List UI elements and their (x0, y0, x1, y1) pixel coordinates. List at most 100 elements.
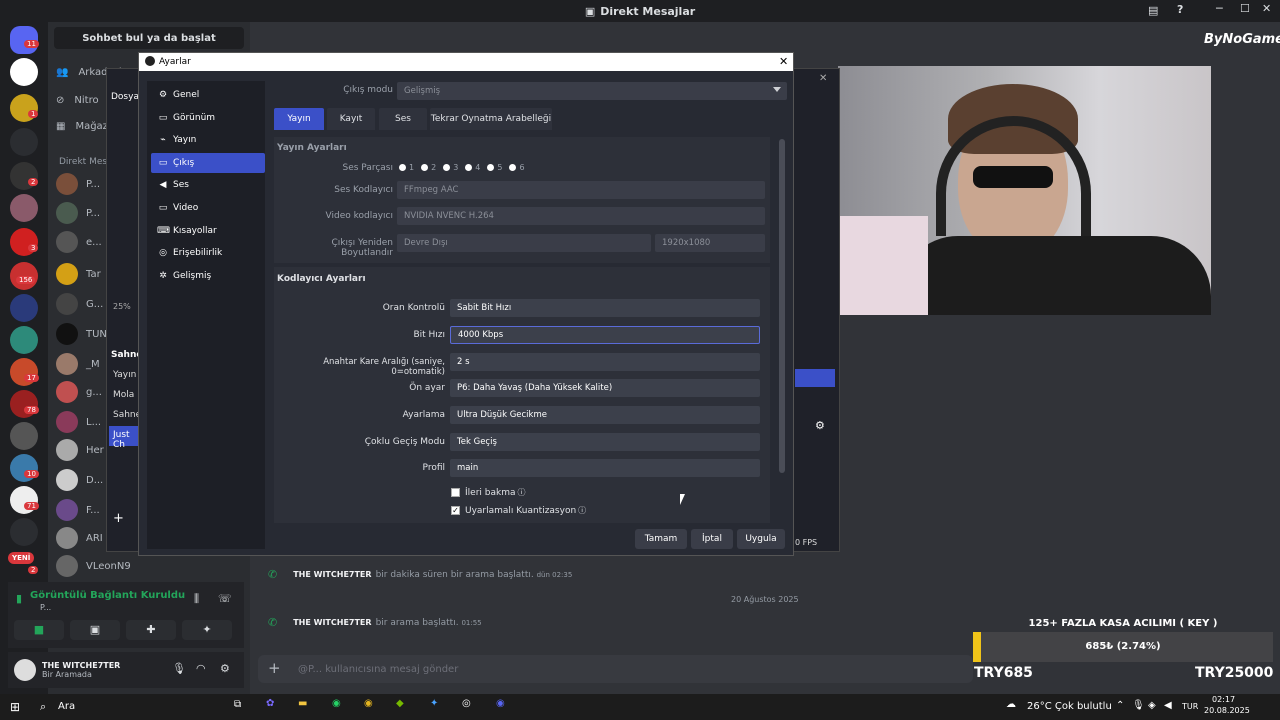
tray-network-icon[interactable]: ◈ (1148, 700, 1156, 711)
scene-item-active[interactable]: Just Ch (109, 426, 139, 450)
sidebar-item[interactable]: ◎ Erişebilirlik (151, 243, 265, 263)
close-button[interactable]: ✕ (1262, 2, 1271, 15)
weather-text[interactable]: 26°C Çok bulutlu (1027, 701, 1112, 712)
activity-button[interactable]: ✚ (126, 620, 176, 640)
audio-track-radio[interactable]: 5 (487, 163, 502, 172)
sidebar-item[interactable]: ⌨ Kısayollar (151, 221, 265, 241)
apply-button[interactable]: Uygula (737, 529, 785, 549)
obs-menu-file[interactable]: Dosya (111, 92, 139, 102)
server-icon[interactable] (10, 326, 38, 354)
audio-track-radio[interactable]: 6 (509, 163, 525, 172)
inbox-icon[interactable]: ▤ (1148, 4, 1158, 17)
message-input[interactable]: @P... kullanıcısına mesaj gönder (258, 655, 973, 683)
resolution-select[interactable]: 1920x1080 (655, 234, 765, 252)
server-folder-icon[interactable] (10, 518, 38, 546)
tab-stream[interactable]: Yayın (274, 108, 324, 130)
sidebar-item[interactable]: ⚙ Genel (151, 85, 265, 105)
tray-chevron-icon[interactable]: ⌃ (1116, 700, 1124, 711)
audio-encoder-select[interactable]: FFmpeg AAC (397, 181, 765, 199)
whatsapp-icon[interactable]: ◉ (332, 698, 341, 709)
disconnect-icon[interactable]: ☏ (218, 592, 232, 605)
server-icon[interactable] (10, 294, 38, 322)
sidebar-item[interactable]: ◀ Ses (151, 175, 265, 195)
find-conversation-button[interactable]: Sohbet bul ya da başlat (54, 27, 244, 49)
server-folder-icon[interactable] (10, 128, 38, 156)
sidebar-item[interactable]: ⌁ Yayın (151, 130, 265, 150)
tray-volume-icon[interactable]: ◀ (1164, 700, 1172, 711)
profile-select[interactable]: main (450, 459, 760, 477)
sidebar-item[interactable]: ▭ Video (151, 198, 265, 218)
radio-dot[interactable] (421, 164, 429, 171)
help-icon[interactable]: ? (1177, 3, 1183, 16)
video-encoder-select[interactable]: NVIDIA NVENC H.264 (397, 207, 765, 225)
taskbar-search[interactable]: Ara (58, 701, 75, 712)
checkbox-checked[interactable]: ✓ (451, 506, 460, 515)
sidebar-item[interactable]: ▭ Çıkış (151, 152, 265, 173)
cancel-button[interactable]: İptal (691, 529, 733, 549)
avatar[interactable] (14, 659, 36, 681)
language-indicator[interactable]: TUR (1182, 702, 1198, 711)
tab-recording[interactable]: Kayıt (327, 108, 375, 130)
preset-select[interactable]: P6: Daha Yavaş (Daha Yüksek Kalite) (450, 379, 760, 397)
multipass-select[interactable]: Tek Geçiş (450, 433, 760, 451)
tuning-select[interactable]: Ultra Düşük Gecikme (450, 406, 760, 424)
scrollbar[interactable] (779, 139, 785, 473)
settings-icon[interactable]: ⚙ (220, 662, 230, 675)
rescale-select[interactable]: Devre Dışı (397, 234, 651, 252)
soundboard-button[interactable]: ✦ (182, 620, 232, 640)
radio-dot[interactable] (487, 164, 495, 171)
server-icon[interactable] (10, 422, 38, 450)
add-attachment-icon[interactable]: + (268, 659, 281, 677)
output-mode-select[interactable]: Gelişmiş (397, 82, 787, 100)
mic-icon[interactable]: 🎙 (172, 662, 186, 675)
adaptive-quantization-checkbox[interactable]: ✓ Uyarlamalı Kuantizasyon ⓘ (451, 505, 586, 516)
ok-button[interactable]: Tamam (635, 529, 687, 549)
obs-close-icon[interactable]: ✕ (819, 73, 827, 84)
discord-icon[interactable]: ◉ (496, 698, 505, 709)
help-icon[interactable]: ⓘ (517, 487, 525, 498)
maximize-button[interactable]: ☐ (1240, 2, 1250, 15)
tab-replay-buffer[interactable]: Tekrar Oynatma Arabelleği (430, 108, 552, 130)
dm-item[interactable]: VLeonN9 (56, 554, 246, 578)
bitrate-input[interactable]: 4000 Kbps (450, 326, 760, 344)
keyframe-input[interactable]: 2 s (450, 353, 760, 371)
clock-date[interactable]: 20.08.2025 (1204, 706, 1250, 715)
tab-audio[interactable]: Ses (379, 108, 427, 130)
radio-dot[interactable] (465, 164, 473, 171)
sidebar-item[interactable]: ▭ Görünüm (151, 108, 265, 128)
obs-blue-button[interactable] (795, 369, 835, 387)
checkbox-box[interactable] (451, 488, 460, 497)
add-scene-icon[interactable]: + (113, 511, 124, 526)
radio-dot[interactable] (509, 164, 517, 171)
audio-track-radio[interactable]: 4 (465, 163, 480, 172)
minimize-button[interactable]: ─ (1216, 2, 1223, 15)
app-icon[interactable]: ✦ (430, 698, 438, 709)
radio-dot[interactable] (399, 164, 406, 171)
radio-dot[interactable] (443, 164, 451, 171)
obs-gear-icon[interactable]: ⚙ (815, 419, 825, 432)
headphones-icon[interactable]: ◠ (196, 662, 206, 675)
audio-track-radio[interactable]: 2 (421, 163, 436, 172)
rate-control-select[interactable]: Sabit Bit Hızı (450, 299, 760, 317)
copilot-icon[interactable]: ✿ (266, 698, 274, 709)
file-explorer-icon[interactable]: ▬ (298, 698, 307, 709)
audio-track-radio[interactable]: 3 (443, 163, 458, 172)
close-icon[interactable]: ✕ (779, 55, 788, 68)
obs-icon[interactable]: ◎ (462, 698, 471, 709)
server-icon[interactable] (10, 194, 38, 222)
task-view-icon[interactable]: ⧉ (234, 699, 241, 710)
windows-start-icon[interactable]: ⊞ (10, 700, 20, 714)
scene-item[interactable]: Sahne (113, 410, 141, 420)
help-icon[interactable]: ⓘ (578, 505, 586, 516)
noise-icon[interactable]: ⫼ (194, 592, 199, 606)
nvidia-icon[interactable]: ◆ (396, 698, 404, 709)
screen-share-button[interactable]: ▣ (70, 620, 120, 640)
lookahead-checkbox[interactable]: İleri bakma ⓘ (451, 487, 525, 498)
server-icon[interactable] (10, 58, 38, 86)
scene-item[interactable]: Mola (113, 390, 134, 400)
sidebar-item[interactable]: ✲ Gelişmiş (151, 266, 265, 286)
camera-button[interactable]: ■ (14, 620, 64, 640)
audio-track-radio[interactable]: 1 (399, 163, 414, 172)
chrome-icon[interactable]: ◉ (364, 698, 373, 709)
clock-time[interactable]: 02:17 (1212, 695, 1235, 704)
